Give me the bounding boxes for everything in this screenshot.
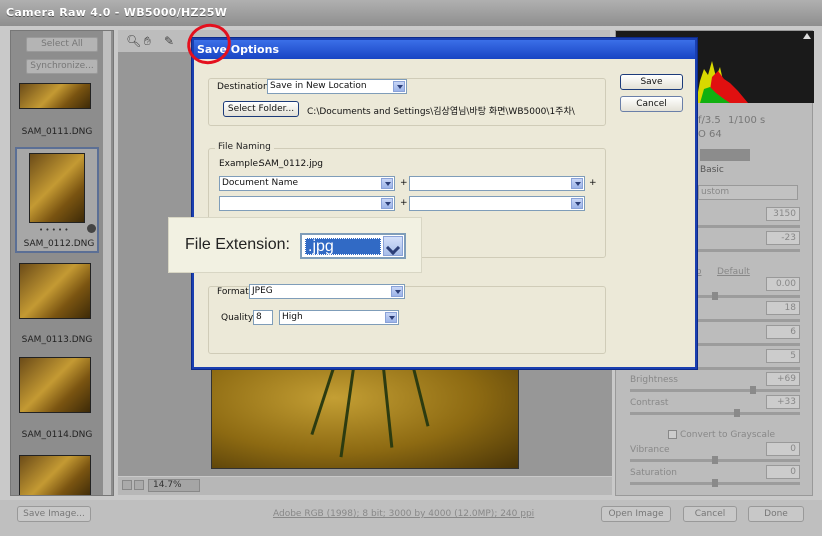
save-button[interactable]: Save	[620, 74, 683, 90]
vibrance-label: Vibrance	[630, 445, 670, 455]
window-title: Camera Raw 4.0 - WB5000/HZ25W	[6, 6, 228, 19]
synchronize-button[interactable]: Synchronize...	[26, 59, 98, 74]
chevron-down-icon	[385, 312, 397, 323]
hand-tool-icon[interactable]: ✋︎	[144, 34, 151, 49]
saturation-value[interactable]: 0	[766, 465, 800, 479]
format-group: Format: JPEG Quality: 8 High	[208, 284, 606, 354]
naming-field-4[interactable]	[409, 196, 585, 211]
open-image-button[interactable]: Open Image	[601, 506, 671, 522]
destination-label: Destination:	[217, 82, 272, 92]
done-button[interactable]: Done	[748, 506, 804, 522]
temperature-value[interactable]: 3150	[766, 207, 800, 221]
camera-raw-window: Camera Raw 4.0 - WB5000/HZ25W Select All…	[0, 0, 822, 536]
naming-field-2[interactable]	[409, 176, 585, 191]
edit-badge-icon	[87, 224, 96, 233]
bottom-bar: Save Image... Adobe RGB (1998); 8 bit; 3…	[0, 500, 822, 536]
brightness-slider[interactable]	[630, 386, 800, 394]
cancel-button[interactable]: Cancel	[620, 96, 683, 112]
example-filename: SAM_0112.jpg	[259, 159, 323, 169]
zoom-tool-icon[interactable]: 🔍︎	[126, 34, 141, 48]
file-extension-value: .jpg	[305, 238, 381, 255]
file-naming-legend: File Naming	[215, 142, 274, 152]
chevron-down-icon[interactable]	[383, 236, 403, 256]
contrast-value[interactable]: +33	[766, 395, 800, 409]
default-link[interactable]: Default	[717, 267, 750, 277]
format-label: Format:	[217, 287, 252, 297]
vibrance-value[interactable]: 0	[766, 442, 800, 456]
panel-tabs[interactable]	[700, 149, 750, 161]
filmstrip-panel: Select All Synchronize... SAM_0111.DNG •…	[10, 30, 114, 496]
select-all-button[interactable]: Select All	[26, 37, 98, 52]
thumbnail-image[interactable]	[19, 357, 91, 413]
star-rating[interactable]: • • • • •	[39, 226, 69, 234]
dialog-title: Save Options	[194, 40, 695, 59]
save-options-dialog: Save Options Save Cancel Destination: Sa…	[192, 38, 697, 369]
thumbnail-label: SAM_0111.DNG	[21, 127, 93, 137]
brightness-label: Brightness	[630, 375, 678, 385]
naming-field-1[interactable]: Document Name	[219, 176, 395, 191]
chevron-down-icon	[393, 81, 405, 92]
workflow-options-link[interactable]: Adobe RGB (1998); 8 bit; 3000 by 4000 (1…	[273, 509, 534, 519]
thumbnail-image[interactable]	[19, 455, 91, 495]
grayscale-label: Convert to Grayscale	[680, 430, 776, 440]
blacks-value[interactable]: 5	[766, 349, 800, 363]
folder-path: C:\Documents and Settings\김상엽님\바탕 화면\WB5…	[307, 107, 575, 117]
save-image-button[interactable]: Save Image...	[17, 506, 91, 522]
tab-basic[interactable]: Basic	[700, 165, 724, 175]
tint-value[interactable]: -23	[766, 231, 800, 245]
zoom-in-icon[interactable]	[134, 480, 144, 490]
example-label: Example:	[219, 159, 262, 169]
fill-light-value[interactable]: 6	[766, 325, 800, 339]
file-extension-select[interactable]: .jpg	[300, 233, 406, 259]
thumbnail-label: SAM_0112.DNG	[23, 239, 95, 249]
brightness-value[interactable]: +69	[766, 372, 800, 386]
preview-photo	[211, 367, 519, 469]
file-extension-label: File Extension:	[185, 236, 290, 253]
recovery-value[interactable]: 18	[766, 301, 800, 315]
format-select[interactable]: JPEG	[249, 284, 405, 299]
title-bar: Camera Raw 4.0 - WB5000/HZ25W	[0, 0, 822, 26]
chevron-down-icon	[381, 198, 393, 209]
chevron-down-icon	[571, 178, 583, 189]
exposure-value[interactable]: 0.00	[766, 277, 800, 291]
chevron-down-icon	[391, 286, 403, 297]
zoom-level-select[interactable]: 14.7%	[148, 479, 200, 492]
destination-group: Destination: Save in New Location Select…	[208, 78, 606, 126]
thumbnail-image	[29, 153, 85, 223]
select-folder-button[interactable]: Select Folder...	[223, 101, 299, 117]
saturation-label: Saturation	[630, 468, 677, 478]
filmstrip-scrollbar[interactable]	[103, 31, 111, 495]
quality-number-input[interactable]: 8	[253, 310, 273, 325]
quality-select[interactable]: High	[279, 310, 399, 325]
vibrance-slider[interactable]	[630, 456, 800, 464]
destination-select[interactable]: Save in New Location	[267, 79, 407, 94]
thumbnail-label: SAM_0114.DNG	[21, 430, 93, 440]
naming-field-3[interactable]	[219, 196, 395, 211]
quality-label: Quality:	[221, 313, 256, 323]
thumbnail-selected[interactable]: • • • • • SAM_0112.DNG	[15, 147, 99, 253]
preview-status-bar: 14.7%	[118, 477, 612, 495]
contrast-slider[interactable]	[630, 409, 800, 417]
zoom-out-icon[interactable]	[122, 480, 132, 490]
highlight-clipping-icon[interactable]	[803, 33, 811, 39]
thumbnail-image[interactable]	[19, 83, 91, 109]
white-balance-select[interactable]: ustom	[698, 185, 798, 200]
chevron-down-icon	[571, 198, 583, 209]
contrast-label: Contrast	[630, 398, 669, 408]
thumbnail-image[interactable]	[19, 263, 91, 319]
thumbnail-label: SAM_0113.DNG	[21, 335, 93, 345]
cancel-button[interactable]: Cancel	[683, 506, 737, 522]
chevron-down-icon	[381, 178, 393, 189]
file-extension-callout: File Extension: .jpg	[168, 217, 422, 273]
eyedropper-icon[interactable]: ✎	[164, 34, 174, 48]
grayscale-checkbox[interactable]	[668, 430, 677, 439]
saturation-slider[interactable]	[630, 479, 800, 487]
